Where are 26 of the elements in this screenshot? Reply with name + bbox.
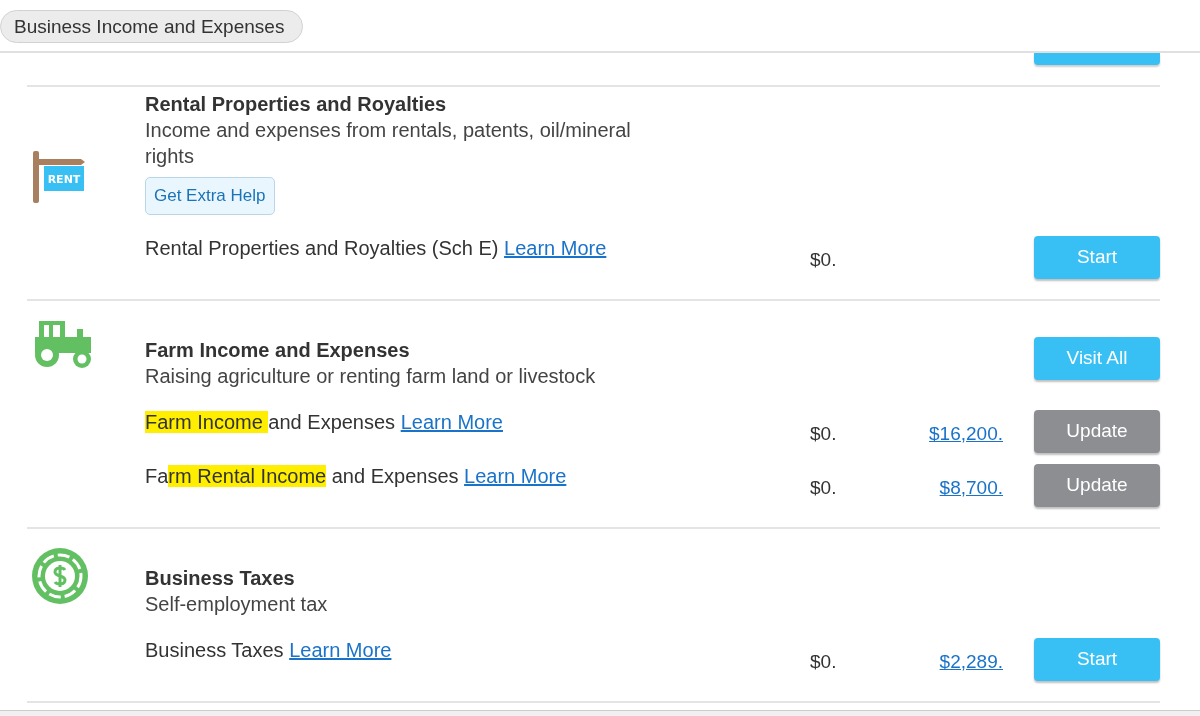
amount-link[interactable]: $8,700. [939, 471, 1003, 500]
item-label: Rental Properties and Royalties (Sch E) Learn More [145, 235, 608, 260]
section-tab[interactable]: Business Income and Expenses [0, 10, 304, 43]
action-button[interactable]: Update [1034, 463, 1160, 507]
learn-more-link[interactable]: Learn More [504, 236, 607, 259]
section-title: Farm Income and Expenses [145, 337, 411, 363]
learn-more-link[interactable]: Learn More [289, 638, 392, 661]
amount: $0. [810, 476, 838, 500]
help-button[interactable]: Get Extra Help [145, 176, 275, 215]
action-button[interactable]: Update [1034, 409, 1160, 453]
section-title: Business Taxes [145, 565, 296, 591]
learn-more-link[interactable]: Learn More [400, 410, 503, 433]
section-title: Rental Properties and Royalties [145, 91, 448, 117]
amount: $0. [810, 248, 838, 272]
amount: $0. [810, 422, 838, 446]
amount-link[interactable]: $16,200. [929, 417, 1003, 446]
item-label: Business Taxes Learn More [145, 637, 393, 662]
dollar-coin-icon [31, 546, 89, 605]
section-description: Self-employment tax [145, 591, 329, 617]
learn-more-link[interactable]: Learn More [464, 464, 567, 487]
section-description: Raising agriculture or renting farm land or livestock [145, 363, 597, 389]
amount-link[interactable]: $2,289. [939, 645, 1003, 674]
section-description: Income and expenses from rentals, patents, oil/mineral rights [145, 117, 632, 169]
amount: $0. [810, 650, 838, 674]
item-label: Farm Income and Expenses Learn More [145, 409, 504, 434]
item-label: Farm Rental Income and Expenses Learn More [145, 463, 568, 488]
